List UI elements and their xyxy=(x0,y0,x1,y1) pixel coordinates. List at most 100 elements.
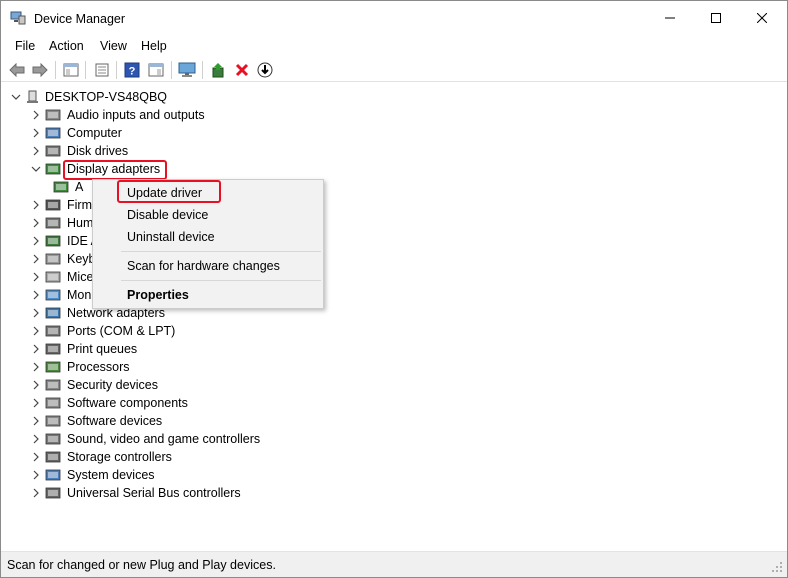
chevron-right-icon[interactable] xyxy=(31,470,41,480)
processor-icon xyxy=(45,360,61,374)
menu-help[interactable]: Help xyxy=(141,39,167,53)
forward-icon[interactable] xyxy=(30,60,50,80)
hid-icon xyxy=(45,216,61,230)
tree-category[interactable]: Software devices xyxy=(31,412,162,430)
tree-category[interactable]: Hum xyxy=(31,214,93,232)
speaker-icon xyxy=(45,108,61,122)
tree-category[interactable]: System devices xyxy=(31,466,155,484)
ctx-properties[interactable]: Properties xyxy=(127,288,189,302)
tree-category[interactable]: Keyb xyxy=(31,250,96,268)
menu-view[interactable]: View xyxy=(100,39,127,53)
device-manager-icon xyxy=(10,11,26,25)
chevron-right-icon[interactable] xyxy=(31,308,41,318)
ctx-scan-hardware[interactable]: Scan for hardware changes xyxy=(127,259,280,273)
tree-item-label: System devices xyxy=(67,468,155,482)
chevron-right-icon[interactable] xyxy=(31,110,41,120)
update-driver-icon[interactable] xyxy=(209,60,229,80)
device-tree[interactable]: DESKTOP-VS48QBQ Audio inputs and outputs… xyxy=(1,85,787,551)
tree-category[interactable]: Print queues xyxy=(31,340,137,358)
chevron-right-icon[interactable] xyxy=(31,218,41,228)
tree-category[interactable]: Firm xyxy=(31,196,92,214)
chevron-right-icon[interactable] xyxy=(31,416,41,426)
chevron-right-icon[interactable] xyxy=(31,488,41,498)
port-icon xyxy=(45,324,61,338)
uninstall-icon[interactable] xyxy=(232,60,252,80)
back-icon[interactable] xyxy=(7,60,27,80)
tree-category[interactable]: Ports (COM & LPT) xyxy=(31,322,175,340)
help-icon[interactable]: ? xyxy=(122,60,142,80)
chevron-down-icon[interactable] xyxy=(11,92,21,102)
tree-item-label: Sound, video and game controllers xyxy=(67,432,261,446)
properties-icon[interactable] xyxy=(92,60,112,80)
monitor-icon[interactable] xyxy=(177,60,197,80)
resize-grip-icon[interactable] xyxy=(771,561,783,573)
display-adapters-highlight xyxy=(63,160,167,180)
status-bar: Scan for changed or new Plug and Play de… xyxy=(1,551,787,577)
chevron-right-icon[interactable] xyxy=(31,290,41,300)
ctx-uninstall-device[interactable]: Uninstall device xyxy=(127,230,215,244)
tree-category[interactable]: Mon xyxy=(31,286,91,304)
tree-root[interactable]: DESKTOP-VS48QBQ xyxy=(11,88,167,106)
tree-item-label: A xyxy=(75,180,84,194)
software-component-icon xyxy=(45,396,61,410)
menu-action[interactable]: Action xyxy=(49,39,84,53)
display-adapter-icon xyxy=(45,162,61,176)
chevron-right-icon[interactable] xyxy=(31,128,41,138)
chevron-right-icon[interactable] xyxy=(31,254,41,264)
window-title: Device Manager xyxy=(34,12,126,26)
tree-item-label: Disk drives xyxy=(67,144,129,158)
chevron-right-icon[interactable] xyxy=(31,434,41,444)
menu-bar: File Action View Help xyxy=(1,35,787,57)
chevron-down-icon[interactable] xyxy=(31,164,41,174)
ctx-disable-device[interactable]: Disable device xyxy=(127,208,208,222)
tree-category[interactable]: Audio inputs and outputs xyxy=(31,106,205,124)
tree-category[interactable]: Processors xyxy=(31,358,130,376)
download-icon[interactable] xyxy=(255,60,275,80)
mouse-icon xyxy=(45,270,61,284)
title-bar[interactable]: Device Manager xyxy=(1,1,787,35)
tree-item-label: Storage controllers xyxy=(67,450,172,464)
tree-item-label: Print queues xyxy=(67,342,138,356)
tree-category[interactable]: Storage controllers xyxy=(31,448,172,466)
storage-controller-icon xyxy=(45,450,61,464)
chevron-right-icon[interactable] xyxy=(31,146,41,156)
firmware-icon xyxy=(45,198,61,212)
computer-icon xyxy=(25,90,39,104)
tree-category[interactable]: Disk drives xyxy=(31,142,128,160)
keyboard-icon xyxy=(45,252,61,266)
chevron-right-icon[interactable] xyxy=(31,344,41,354)
toolbar: ? xyxy=(1,58,787,82)
chevron-right-icon[interactable] xyxy=(31,452,41,462)
tree-category[interactable]: Software components xyxy=(31,394,188,412)
chevron-right-icon[interactable] xyxy=(31,398,41,408)
tree-category[interactable]: Universal Serial Bus controllers xyxy=(31,484,241,502)
tree-item-label: Universal Serial Bus controllers xyxy=(67,486,241,500)
svg-text:?: ? xyxy=(129,66,136,78)
display-adapter-icon xyxy=(53,180,69,194)
tree-category[interactable]: Security devices xyxy=(31,376,158,394)
disk-drive-icon xyxy=(45,144,61,158)
tree-item-label: Computer xyxy=(67,126,122,140)
chevron-right-icon[interactable] xyxy=(31,200,41,210)
tree-category[interactable]: Sound, video and game controllers xyxy=(31,430,260,448)
close-button[interactable] xyxy=(739,1,785,35)
network-adapter-icon xyxy=(45,306,61,320)
chevron-right-icon[interactable] xyxy=(31,362,41,372)
tree-category[interactable]: Computer xyxy=(31,124,122,142)
sound-icon xyxy=(45,432,61,446)
chevron-right-icon[interactable] xyxy=(31,236,41,246)
tree-item-label: Firm xyxy=(67,198,92,212)
tree-child-item[interactable]: A xyxy=(53,178,83,196)
show-hide-console-tree-icon[interactable] xyxy=(61,60,81,80)
tree-category[interactable]: Mice xyxy=(31,268,93,286)
minimize-button[interactable] xyxy=(647,1,693,35)
usb-icon xyxy=(45,486,61,500)
tree-category[interactable]: IDE A xyxy=(31,232,99,250)
chevron-right-icon[interactable] xyxy=(31,326,41,336)
action-pane-icon[interactable] xyxy=(146,60,166,80)
chevron-right-icon[interactable] xyxy=(31,380,41,390)
maximize-button[interactable] xyxy=(693,1,739,35)
menu-file[interactable]: File xyxy=(15,39,35,53)
device-manager-window: Device Manager File Action View Help ? D… xyxy=(0,0,788,578)
chevron-right-icon[interactable] xyxy=(31,272,41,282)
